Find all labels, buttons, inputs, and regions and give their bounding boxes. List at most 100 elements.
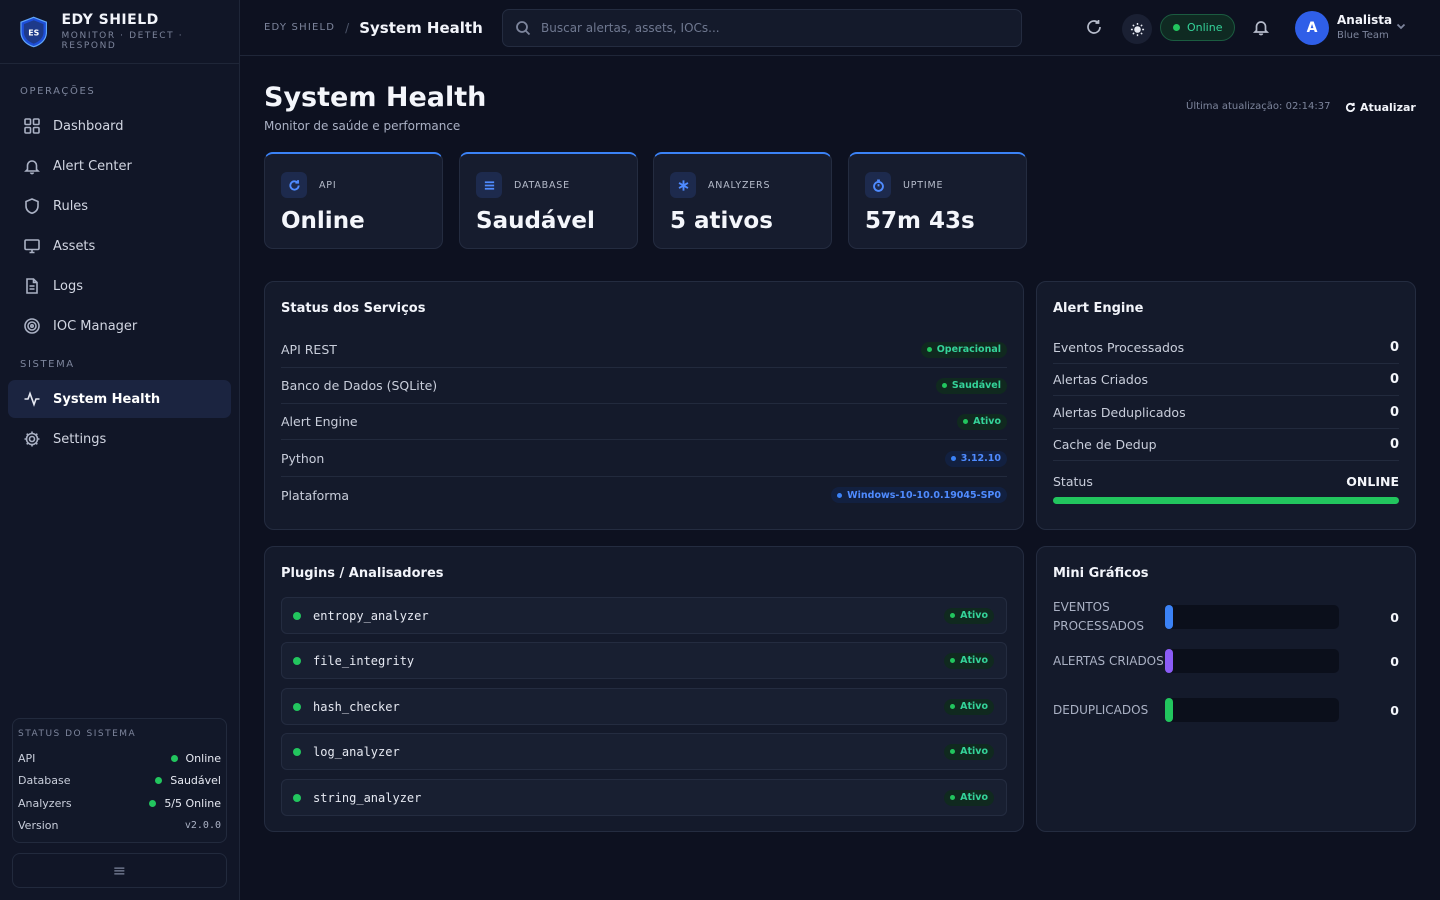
sidebar-item-alert-center[interactable]: Alert Center xyxy=(8,147,231,185)
mini-bar-track xyxy=(1165,698,1339,722)
refresh-icon xyxy=(1087,20,1101,34)
breadcrumb-root[interactable]: EDY SHIELD xyxy=(264,22,335,33)
service-row: Plataforma Windows-10-10.0.19045-SP0 xyxy=(281,477,1007,513)
theme-toggle-button[interactable] xyxy=(1122,14,1152,44)
kpi-card-database: DATABASE Saudável xyxy=(459,152,638,249)
status-badge: Ativo xyxy=(944,789,994,806)
mini-bar-fill xyxy=(1165,649,1173,673)
sidebar-item-assets[interactable]: Assets xyxy=(8,227,231,265)
search-icon xyxy=(516,21,531,36)
status-dot xyxy=(293,656,301,665)
mini-chart-row: ALERTAS CRIADOS 0 xyxy=(1053,649,1399,673)
sidebar-item-label: Dashboard xyxy=(53,118,124,134)
status-dot xyxy=(293,747,301,756)
plugin-row[interactable]: string_analyzer Ativo xyxy=(281,779,1007,816)
user-name[interactable]: Analista xyxy=(1337,13,1392,27)
sidebar-collapse-button[interactable]: ≡ xyxy=(12,853,227,888)
engine-status-value: ONLINE xyxy=(1346,474,1399,489)
status-badge: Ativo xyxy=(944,743,994,760)
brand-name: EDY SHIELD xyxy=(61,12,159,28)
sidebar-item-rules[interactable]: Rules xyxy=(8,187,231,225)
kpi-value: 57m 43s xyxy=(865,208,975,234)
status-dot xyxy=(293,611,301,620)
refresh-data-button[interactable]: Atualizar xyxy=(1345,101,1416,114)
mini-bar-track xyxy=(1165,649,1339,673)
sidebar-item-label: Rules xyxy=(53,198,89,214)
status-badge: Windows-10-10.0.19045-SP0 xyxy=(831,487,1007,503)
service-row: Alert Engine Ativo xyxy=(281,404,1007,440)
service-row: API REST Operacional xyxy=(281,332,1007,368)
status-dot xyxy=(293,793,301,802)
bell-icon xyxy=(1252,21,1270,36)
sidebar-item-label: Settings xyxy=(53,431,107,447)
mini-chart-row: EVENTOS PROCESSADOS 0 xyxy=(1053,600,1399,633)
chevron-down-icon xyxy=(1396,23,1406,30)
system-status-title: STATUS DO SISTEMA xyxy=(18,729,137,739)
nav-section-system: SISTEMA xyxy=(20,359,75,370)
sidebar-item-label: Logs xyxy=(53,278,83,294)
engine-status-row: Status ONLINE xyxy=(1053,474,1399,489)
mini-bar-track xyxy=(1165,605,1339,629)
sidebar-item-logs[interactable]: Logs xyxy=(8,267,231,305)
bell-icon xyxy=(24,160,40,175)
status-row-analyzers: Analyzers 5/5 Online xyxy=(18,796,221,810)
user-menu-button[interactable] xyxy=(1395,20,1407,36)
gear-icon xyxy=(24,431,40,447)
shield-icon xyxy=(25,198,39,215)
grid-icon xyxy=(24,118,40,134)
metric-row: Cache de Dedup 0 xyxy=(1053,429,1399,461)
sun-icon xyxy=(1130,22,1144,36)
refresh-button[interactable] xyxy=(1083,16,1105,38)
mini-bar-fill xyxy=(1165,698,1173,722)
sidebar: ES EDY SHIELD MONITOR · DETECT · RESPOND… xyxy=(0,0,240,900)
shield-logo-icon: ES xyxy=(20,16,48,47)
status-badge: Operacional xyxy=(920,341,1007,358)
status-dot xyxy=(170,754,178,762)
kpi-label: ANALYZERS xyxy=(708,179,771,191)
sidebar-item-label: Alert Center xyxy=(53,158,132,174)
notifications-button[interactable] xyxy=(1250,16,1272,38)
status-badge: Ativo xyxy=(944,652,994,669)
breadcrumb-separator: / xyxy=(345,20,350,35)
plugin-row[interactable]: file_integrity Ativo xyxy=(281,642,1007,679)
menu-icon: ≡ xyxy=(112,861,127,880)
brand[interactable]: ES EDY SHIELD MONITOR · DETECT · RESPOND xyxy=(0,0,239,64)
service-row: Python 3.12.10 xyxy=(281,441,1007,477)
breadcrumb-current: System Health xyxy=(359,18,483,37)
page-title: System Health xyxy=(264,82,487,113)
search-box[interactable] xyxy=(502,9,1022,47)
sidebar-item-dashboard[interactable]: Dashboard xyxy=(8,107,231,145)
status-dot xyxy=(1173,24,1180,31)
status-dot xyxy=(293,702,301,711)
search-input[interactable] xyxy=(541,21,1001,35)
kpi-label: API xyxy=(319,179,337,191)
file-icon xyxy=(26,278,38,294)
service-row: Banco de Dados (SQLite) Saudável xyxy=(281,368,1007,404)
card-title: Status dos Serviços xyxy=(281,301,426,316)
last-update-text: Última atualização: 02:14:37 xyxy=(1186,101,1331,112)
sidebar-item-settings[interactable]: Settings xyxy=(8,420,231,458)
brand-tagline: MONITOR · DETECT · RESPOND xyxy=(61,31,184,51)
kpi-value: Online xyxy=(281,208,365,234)
plugin-row[interactable]: log_analyzer Ativo xyxy=(281,733,1007,770)
system-status-panel: STATUS DO SISTEMA API Online Database Sa… xyxy=(12,718,227,843)
avatar[interactable]: A xyxy=(1295,11,1329,45)
topbar: EDY SHIELD / System Health Online A Anal… xyxy=(240,0,1440,56)
card-title: Alert Engine xyxy=(1053,301,1144,316)
sidebar-item-system-health[interactable]: System Health xyxy=(8,380,231,418)
kpi-card-analyzers: ANALYZERS 5 ativos xyxy=(653,152,832,249)
status-dot xyxy=(155,777,163,785)
timer-icon xyxy=(872,178,884,192)
plugin-row[interactable]: hash_checker Ativo xyxy=(281,688,1007,725)
sidebar-item-ioc-manager[interactable]: IOC Manager xyxy=(8,307,231,345)
kpi-card-api: API Online xyxy=(264,152,443,249)
plugin-row[interactable]: entropy_analyzer Ativo xyxy=(281,597,1007,634)
kpi-label: DATABASE xyxy=(514,179,570,191)
sidebar-item-label: IOC Manager xyxy=(53,318,138,334)
metric-row: Eventos Processados 0 xyxy=(1053,332,1399,364)
engine-status-bar xyxy=(1053,497,1399,504)
sidebar-item-label: System Health xyxy=(53,391,161,407)
target-icon xyxy=(24,318,40,334)
mini-charts-card: Mini Gráficos EVENTOS PROCESSADOS 0 ALER… xyxy=(1036,546,1416,832)
kpi-value: Saudável xyxy=(476,208,595,234)
